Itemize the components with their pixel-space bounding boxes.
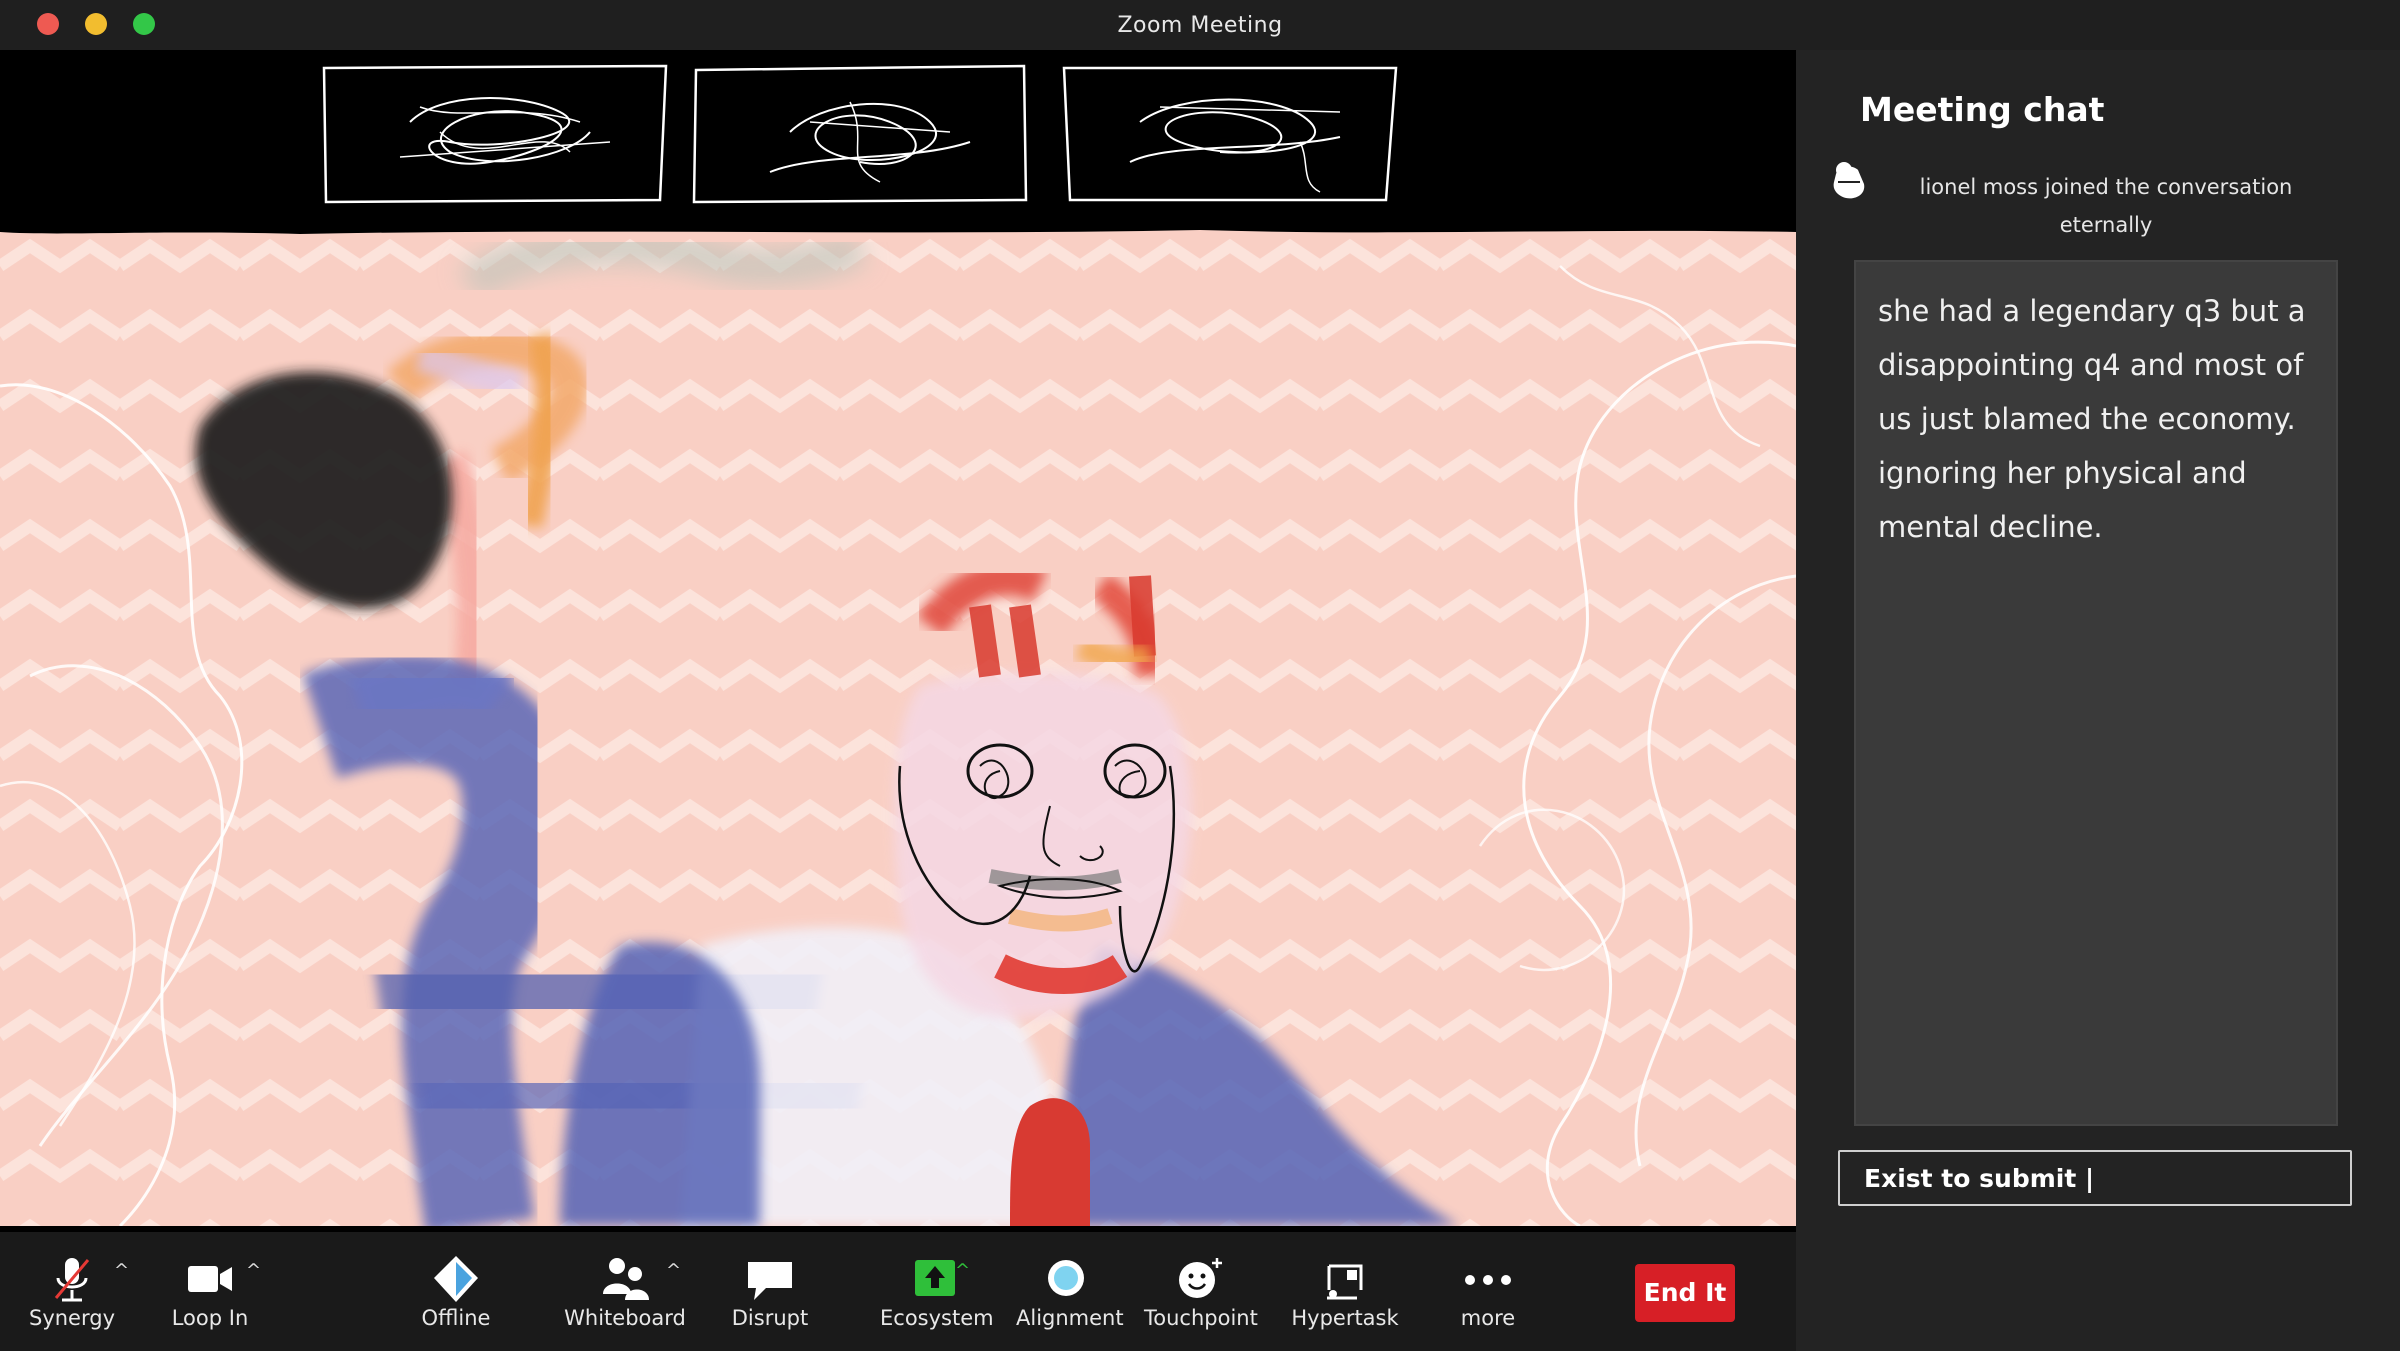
- meeting-toolbar: Synergy ^ Loop In ^ Offline Whiteboard ^…: [0, 1232, 1796, 1351]
- participant-thumbnail[interactable]: [690, 62, 1030, 206]
- chevron-up-icon[interactable]: ^: [666, 1260, 681, 1281]
- chat-bubble-icon: [748, 1262, 792, 1300]
- participants-icon: [603, 1258, 649, 1300]
- window-titlebar: Zoom Meeting: [0, 0, 2400, 50]
- whiteboard-button[interactable]: Whiteboard: [560, 1232, 690, 1351]
- chevron-up-icon[interactable]: ^: [114, 1260, 129, 1281]
- more-button[interactable]: more: [1438, 1232, 1538, 1351]
- toolbar-label: Synergy: [28, 1306, 115, 1330]
- end-button-label: End It: [1643, 1278, 1727, 1307]
- chevron-up-icon[interactable]: ^: [246, 1260, 261, 1281]
- synergy-button[interactable]: Synergy: [22, 1232, 122, 1351]
- toolbar-label: Whiteboard: [564, 1306, 686, 1330]
- meeting-chat-panel: Meeting chat lionel moss joined the conv…: [1796, 50, 2400, 1351]
- toolbar-label: Ecosystem: [880, 1306, 994, 1330]
- loop-in-button[interactable]: Loop In: [160, 1232, 260, 1351]
- end-meeting-button[interactable]: End It: [1635, 1264, 1735, 1322]
- participant-thumbnail[interactable]: [1060, 62, 1400, 206]
- offline-button[interactable]: Offline: [406, 1232, 506, 1351]
- chevron-up-icon[interactable]: ^: [955, 1260, 970, 1281]
- user-icon: [1833, 162, 1865, 199]
- record-icon: [1048, 1260, 1084, 1296]
- disrupt-button[interactable]: Disrupt: [720, 1232, 820, 1351]
- chat-message-box: she had a legendary q3 but a disappointi…: [1854, 260, 2338, 1126]
- toolbar-label: Loop In: [171, 1306, 249, 1330]
- chat-title: Meeting chat: [1860, 90, 2105, 129]
- chat-input[interactable]: Exist to submit |: [1838, 1150, 2352, 1206]
- toolbar-label: Alignment: [1016, 1306, 1124, 1330]
- more-dots-icon: [1465, 1275, 1511, 1285]
- reactions-icon: [1179, 1258, 1222, 1298]
- participant-thumbnail-strip: [0, 50, 1796, 226]
- join-notification: lionel moss joined the conversation eter…: [1830, 160, 2390, 240]
- join-message: lionel moss joined the conversation eter…: [1919, 175, 2293, 237]
- diamond-icon: [434, 1256, 478, 1302]
- microphone-muted-icon: [54, 1258, 90, 1302]
- apps-icon: [1327, 1264, 1363, 1300]
- meeting-stage: [0, 50, 1796, 1232]
- toolbar-label: Hypertask: [1291, 1306, 1399, 1330]
- toolbar-label: more: [1460, 1306, 1516, 1330]
- toolbar-label: Touchpoint: [1144, 1306, 1258, 1330]
- participant-thumbnail[interactable]: [320, 62, 670, 206]
- ecosystem-button[interactable]: Ecosystem: [880, 1232, 994, 1351]
- hypertask-button[interactable]: Hypertask: [1280, 1232, 1410, 1351]
- touchpoint-button[interactable]: Touchpoint: [1144, 1232, 1258, 1351]
- window-title: Zoom Meeting: [1117, 13, 1283, 38]
- chat-input-text: Exist to submit |: [1864, 1164, 2095, 1193]
- toolbar-label: Disrupt: [731, 1306, 809, 1330]
- active-speaker-video[interactable]: [0, 226, 1796, 1226]
- chat-message-text: she had a legendary q3 but a disappointi…: [1878, 294, 2306, 544]
- video-camera-icon: [188, 1266, 232, 1292]
- alignment-button[interactable]: Alignment: [1016, 1232, 1124, 1351]
- toolbar-label: Offline: [421, 1306, 491, 1330]
